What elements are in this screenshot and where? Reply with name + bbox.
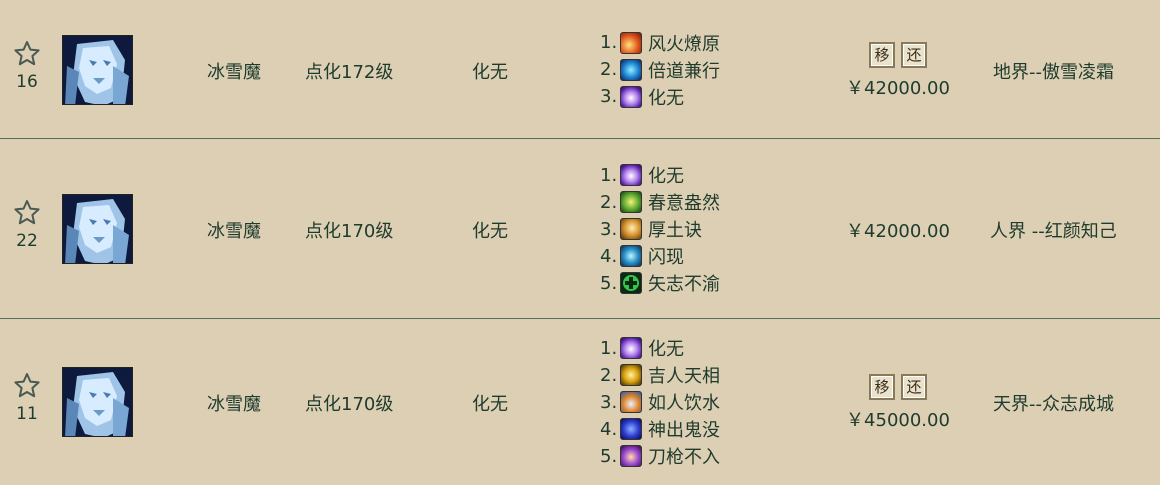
- table-row: 22 冰雪魔 点化170级 化无 1. 化无 2. 春意盎然 3. 厚土诀 4. 闪现 5. 矢志不渝 ￥4…: [0, 139, 1160, 319]
- move-button[interactable]: 移: [869, 41, 895, 68]
- skill-number: 2.: [600, 364, 618, 386]
- star-icon[interactable]: [12, 199, 42, 227]
- server-name: 天界--众志成城: [993, 394, 1114, 415]
- skill-label: 厚土诀: [648, 220, 702, 241]
- list-item: 5. 矢志不渝: [600, 270, 720, 297]
- list-item: 3. 如人饮水: [600, 389, 720, 416]
- main-skill: 化无: [472, 61, 508, 83]
- fire-skill-icon[interactable]: [620, 31, 642, 54]
- skill-number: 3.: [600, 218, 618, 240]
- list-item: 3. 厚土诀: [600, 216, 720, 243]
- skill-label: 化无: [648, 87, 684, 109]
- skill-list: 1. 化无 2. 春意盎然 3. 厚土诀 4. 闪现 5. 矢志不渝: [600, 162, 720, 297]
- skill-label: 化无: [648, 166, 684, 187]
- skill-label: 如人饮水: [648, 393, 720, 414]
- skill-number: 1.: [600, 32, 618, 53]
- action-buttons: 移还: [838, 41, 958, 68]
- skill-number: 4.: [600, 418, 618, 440]
- list-item: 1. 化无: [600, 162, 720, 189]
- favorite-count: 16: [16, 71, 38, 92]
- skill-number: 2.: [600, 191, 618, 213]
- skill-number: 2.: [600, 59, 618, 80]
- void-skill-icon[interactable]: [620, 164, 642, 186]
- star-icon[interactable]: [12, 40, 42, 68]
- skill-list: 1. 风火燎原 2. 倍道兼行 3. 化无: [600, 29, 720, 110]
- pet-name: 冰雪魔: [207, 221, 261, 242]
- price-block: 移还 ￥42000.00: [838, 41, 958, 100]
- skill-label: 吉人天相: [648, 366, 720, 387]
- skill-label: 春意盎然: [648, 193, 720, 214]
- price-value: ￥42000.00: [846, 77, 950, 99]
- list-item: 2. 倍道兼行: [600, 56, 720, 83]
- void-skill-icon[interactable]: [620, 337, 642, 359]
- favorite-toggle[interactable]: 16: [12, 40, 42, 92]
- price-block: ￥42000.00: [838, 217, 958, 243]
- list-item: 1. 化无: [600, 335, 720, 362]
- skill-label: 倍道兼行: [648, 60, 720, 82]
- flash-skill-icon[interactable]: [620, 245, 642, 267]
- pet-level: 点化172级: [305, 61, 394, 83]
- pet-avatar[interactable]: [62, 194, 133, 264]
- server-name: 人界 --红颜知己: [990, 221, 1117, 242]
- skill-label: 矢志不渝: [648, 274, 720, 295]
- favorite-count: 22: [16, 231, 38, 251]
- skill-label: 化无: [648, 339, 684, 360]
- skill-label: 神出鬼没: [648, 420, 720, 441]
- shield-skill-icon[interactable]: [620, 445, 642, 467]
- move-button[interactable]: 移: [869, 374, 895, 400]
- list-item: 2. 春意盎然: [600, 189, 720, 216]
- pet-level: 点化170级: [305, 221, 394, 242]
- star-icon[interactable]: [12, 372, 42, 400]
- earth-skill-icon[interactable]: [620, 218, 642, 240]
- spring-skill-icon[interactable]: [620, 191, 642, 213]
- action-buttons: 移还: [838, 374, 958, 400]
- favorite-toggle[interactable]: 11: [12, 372, 42, 424]
- table-row: 11 冰雪魔 点化170级 化无 1. 化无 2. 吉人天相 3. 如人饮水 4. 神出鬼没 5. 刀枪不…: [0, 319, 1160, 485]
- main-skill: 化无: [472, 394, 508, 415]
- wind-skill-icon[interactable]: [620, 58, 642, 81]
- skill-number: 1.: [600, 164, 618, 186]
- list-item: 2. 吉人天相: [600, 362, 720, 389]
- skill-number: 4.: [600, 245, 618, 267]
- favorite-count: 11: [16, 404, 38, 424]
- skill-label: 风火燎原: [648, 33, 720, 55]
- water-skill-icon[interactable]: [620, 391, 642, 413]
- table-row: 16 冰雪魔 点化172级 化无 1. 风火燎原 2. 倍道兼行 3. 化无移还 ￥42000.00…: [0, 0, 1160, 139]
- skill-list: 1. 化无 2. 吉人天相 3. 如人饮水 4. 神出鬼没 5. 刀枪不入: [600, 335, 720, 470]
- void-skill-icon[interactable]: [620, 85, 642, 108]
- pet-level: 点化170级: [305, 394, 394, 415]
- price-block: 移还 ￥45000.00: [838, 374, 958, 432]
- cross-skill-icon[interactable]: [620, 272, 642, 294]
- luck-skill-icon[interactable]: [620, 364, 642, 386]
- skill-number: 1.: [600, 337, 618, 359]
- skill-number: 3.: [600, 86, 618, 107]
- skill-number: 5.: [600, 445, 618, 467]
- pet-avatar[interactable]: [62, 367, 133, 437]
- return-button[interactable]: 还: [901, 41, 927, 68]
- list-item: 4. 神出鬼没: [600, 416, 720, 443]
- skill-number: 3.: [600, 391, 618, 413]
- list-item: 5. 刀枪不入: [600, 443, 720, 470]
- price-value: ￥42000.00: [846, 221, 950, 242]
- list-item: 3. 化无: [600, 83, 720, 110]
- hide-skill-icon[interactable]: [620, 418, 642, 440]
- skill-label: 闪现: [648, 247, 684, 268]
- skill-label: 刀枪不入: [648, 447, 720, 468]
- pet-name: 冰雪魔: [207, 61, 261, 83]
- price-value: ￥45000.00: [846, 410, 950, 431]
- main-skill: 化无: [472, 221, 508, 242]
- favorite-toggle[interactable]: 22: [12, 199, 42, 251]
- list-item: 1. 风火燎原: [600, 29, 720, 56]
- list-item: 4. 闪现: [600, 243, 720, 270]
- server-name: 地界--傲雪凌霜: [993, 61, 1114, 83]
- pet-avatar[interactable]: [62, 34, 133, 105]
- pet-name: 冰雪魔: [207, 394, 261, 415]
- skill-number: 5.: [600, 272, 618, 294]
- return-button[interactable]: 还: [901, 374, 927, 400]
